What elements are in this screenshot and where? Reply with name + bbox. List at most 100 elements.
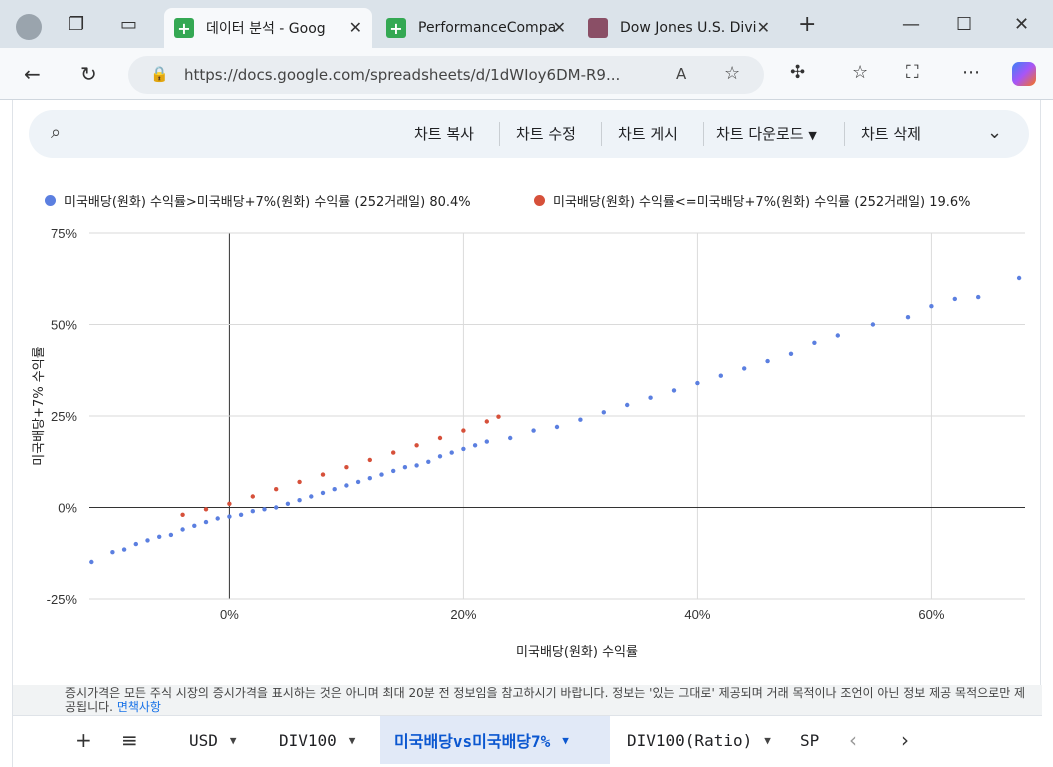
dropdown-caret-icon[interactable]: ▼ <box>562 734 569 747</box>
scatter-point-blue <box>461 446 466 452</box>
sheet-tab-usd[interactable]: USD ▼ <box>175 716 265 764</box>
y-tick-label: 50% <box>51 318 77 333</box>
sheet-tab-div100-ratio[interactable]: DIV100(Ratio) ▼ <box>613 716 781 764</box>
scroll-left-icon[interactable]: ‹ <box>849 728 857 752</box>
page-content: ⌕ 차트 복사 차트 수정 차트 게시 차트 다운로드 ▼ 차트 삭제 ⌄ 미국… <box>12 100 1042 767</box>
scatter-point-blue <box>379 472 384 477</box>
scatter-point-blue <box>110 550 115 555</box>
scatter-point-blue <box>145 538 150 543</box>
all-sheets-menu-icon[interactable]: ≡ <box>121 728 138 752</box>
tab-actions-icon[interactable]: ▭ <box>120 14 137 35</box>
scatter-point-blue <box>1016 275 1022 281</box>
tab-dow-jones[interactable]: Dow Jones U.S. Divi ✕ <box>580 8 780 48</box>
scatter-point-blue <box>215 516 220 521</box>
disclaimer-link[interactable]: 면책사항 <box>117 700 161 714</box>
scatter-point-red <box>367 457 372 463</box>
scatter-point-blue <box>180 527 185 532</box>
scatter-point-red <box>250 494 255 499</box>
scatter-point-blue <box>449 450 454 455</box>
sheet-tab-us-dividend-vs-7[interactable]: 미국배당vs미국배당7% ▼ <box>380 716 610 764</box>
add-sheet-icon[interactable]: + <box>75 728 92 752</box>
scatter-point-blue <box>285 501 291 506</box>
x-tick-label: 0% <box>220 607 239 622</box>
scatter-point-blue <box>905 315 911 320</box>
close-tab-icon[interactable]: ✕ <box>349 18 362 37</box>
scatter-point-blue <box>870 322 876 327</box>
back-icon[interactable]: ← <box>24 62 41 86</box>
close-window-icon[interactable]: ✕ <box>1014 14 1029 35</box>
scatter-point-red <box>320 472 326 477</box>
x-tick-label: 40% <box>684 607 710 622</box>
sheets-favicon-icon: + <box>386 18 406 38</box>
tab-performance-compare[interactable]: + PerformanceCompa ✕ <box>376 8 576 48</box>
maximize-icon[interactable]: ☐ <box>956 14 972 35</box>
scatter-point-blue <box>121 547 127 552</box>
scatter-point-blue <box>250 509 255 514</box>
sheet-tab-sp[interactable]: SP <box>788 716 828 764</box>
scroll-right-icon[interactable]: › <box>901 728 909 752</box>
dow-jones-favicon-icon <box>588 18 608 38</box>
scatter-point-blue <box>355 479 361 485</box>
scatter-point-blue <box>788 351 794 356</box>
scatter-point-blue <box>929 304 934 309</box>
scatter-point-blue <box>309 494 314 499</box>
scatter-point-blue <box>367 476 372 481</box>
close-tab-icon[interactable]: ✕ <box>757 18 770 37</box>
scatter-point-blue <box>648 395 653 400</box>
new-tab-icon[interactable]: + <box>798 12 816 37</box>
sheet-tab-div100[interactable]: DIV100 ▼ <box>267 716 379 764</box>
sheet-tab-label: USD <box>189 730 218 750</box>
scatter-point-blue <box>402 465 408 470</box>
tab-title: Dow Jones U.S. Divi <box>620 20 757 36</box>
scatter-point-blue <box>344 483 349 488</box>
site-info-icon[interactable]: 🔒 <box>150 65 169 83</box>
scatter-point-blue <box>332 487 337 492</box>
url-text: https://docs.google.com/spreadsheets/d/1… <box>184 66 621 84</box>
scatter-point-blue <box>484 439 489 444</box>
screenshot-icon[interactable]: ⛶ <box>906 62 919 83</box>
scatter-point-blue <box>601 410 606 415</box>
scatter-point-blue <box>671 388 677 393</box>
y-tick-label: 75% <box>51 226 77 241</box>
scatter-point-blue <box>554 424 560 430</box>
y-tick-label: 0% <box>58 501 77 516</box>
tab-data-analysis[interactable]: + 데이터 분석 - Goog ✕ <box>164 8 372 48</box>
scatter-point-blue <box>578 417 583 422</box>
browser-toolbar: ← ↻ 🔒 https://docs.google.com/spreadshee… <box>0 48 1053 100</box>
read-aloud-icon[interactable]: A <box>676 65 686 83</box>
scatter-point-red <box>297 479 302 485</box>
extensions-icon[interactable]: ✣ <box>790 62 805 83</box>
scatter-point-red <box>496 414 501 419</box>
sheets-favicon-icon: + <box>174 18 194 38</box>
sheet-tab-label: DIV100(Ratio) <box>627 730 753 750</box>
profile-avatar[interactable] <box>16 14 42 40</box>
y-tick-label: -25% <box>47 592 78 607</box>
x-axis-title: 미국배당(원화) 수익률 <box>516 645 638 660</box>
collections-icon[interactable]: ❐ <box>68 14 84 35</box>
copilot-icon[interactable] <box>1012 62 1036 86</box>
minimize-icon[interactable]: — <box>902 14 920 35</box>
scatter-point-blue <box>203 519 209 525</box>
address-bar[interactable]: 🔒 https://docs.google.com/spreadsheets/d… <box>128 56 764 94</box>
scatter-point-blue <box>414 463 419 468</box>
refresh-icon[interactable]: ↻ <box>80 62 97 86</box>
scatter-point-red <box>203 507 209 512</box>
close-tab-icon[interactable]: ✕ <box>553 18 566 37</box>
favorite-star-icon[interactable]: ☆ <box>724 63 740 84</box>
scatter-point-red <box>391 450 396 455</box>
more-menu-icon[interactable]: ⋯ <box>962 62 980 83</box>
dropdown-caret-icon[interactable]: ▼ <box>764 734 771 747</box>
dropdown-caret-icon[interactable]: ▼ <box>349 734 356 747</box>
scatter-point-blue <box>472 443 478 448</box>
scatter-point-blue <box>89 559 94 565</box>
x-tick-label: 60% <box>918 607 944 622</box>
scatter-chart[interactable]: 0% 20% 40% 60% 75% 50% 25% 0% -25% 미국배당(원화) 수익률 미국… <box>13 100 1042 685</box>
scatter-point-red <box>484 419 489 424</box>
scatter-point-red <box>461 428 466 433</box>
scatter-point-blue <box>742 366 747 371</box>
favorites-icon[interactable]: ☆ <box>852 62 868 83</box>
scatter-point-blue <box>718 373 723 378</box>
scatter-point-blue <box>952 296 957 302</box>
scatter-point-blue <box>835 333 840 338</box>
dropdown-caret-icon[interactable]: ▼ <box>230 734 237 747</box>
